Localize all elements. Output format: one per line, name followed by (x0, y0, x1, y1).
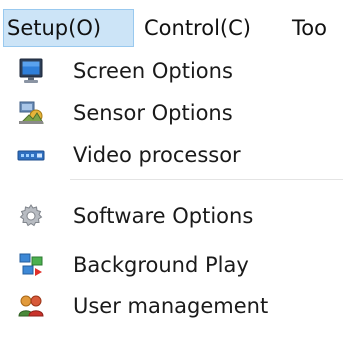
menu-item-screen-options[interactable]: Screen Options (0, 50, 343, 92)
menu-item-label: Screen Options (73, 59, 233, 83)
menu-setup[interactable]: Setup(O) (3, 9, 134, 47)
menu-item-label: User management (73, 294, 269, 318)
menu-separator (70, 179, 343, 180)
video-processor-icon (17, 141, 45, 169)
menu-item-label: Background Play (73, 253, 249, 277)
menu-item-sensor-options[interactable]: Sensor Options (0, 92, 343, 134)
background-play-icon (17, 251, 45, 279)
menu-item-user-management[interactable]: User management (0, 285, 343, 327)
menu-bar: Setup(O) Control(C) Too (0, 0, 343, 48)
menu-tools[interactable]: Too (292, 9, 327, 47)
menu-item-label: Sensor Options (73, 101, 233, 125)
users-icon (17, 292, 45, 320)
menu-item-label: Software Options (73, 204, 254, 228)
software-gear-icon (17, 202, 45, 230)
menu-item-label: Video processor (73, 143, 241, 167)
menu-item-background-play[interactable]: Background Play (0, 244, 343, 286)
menu-item-video-processor[interactable]: Video processor (0, 134, 343, 176)
menu-control[interactable]: Control(C) (144, 9, 251, 47)
sensor-icon (17, 99, 45, 127)
setup-dropdown-menu: Screen Options Sensor Options Video proc… (0, 47, 343, 342)
monitor-icon (17, 57, 45, 85)
menu-item-software-options[interactable]: Software Options (0, 195, 343, 237)
